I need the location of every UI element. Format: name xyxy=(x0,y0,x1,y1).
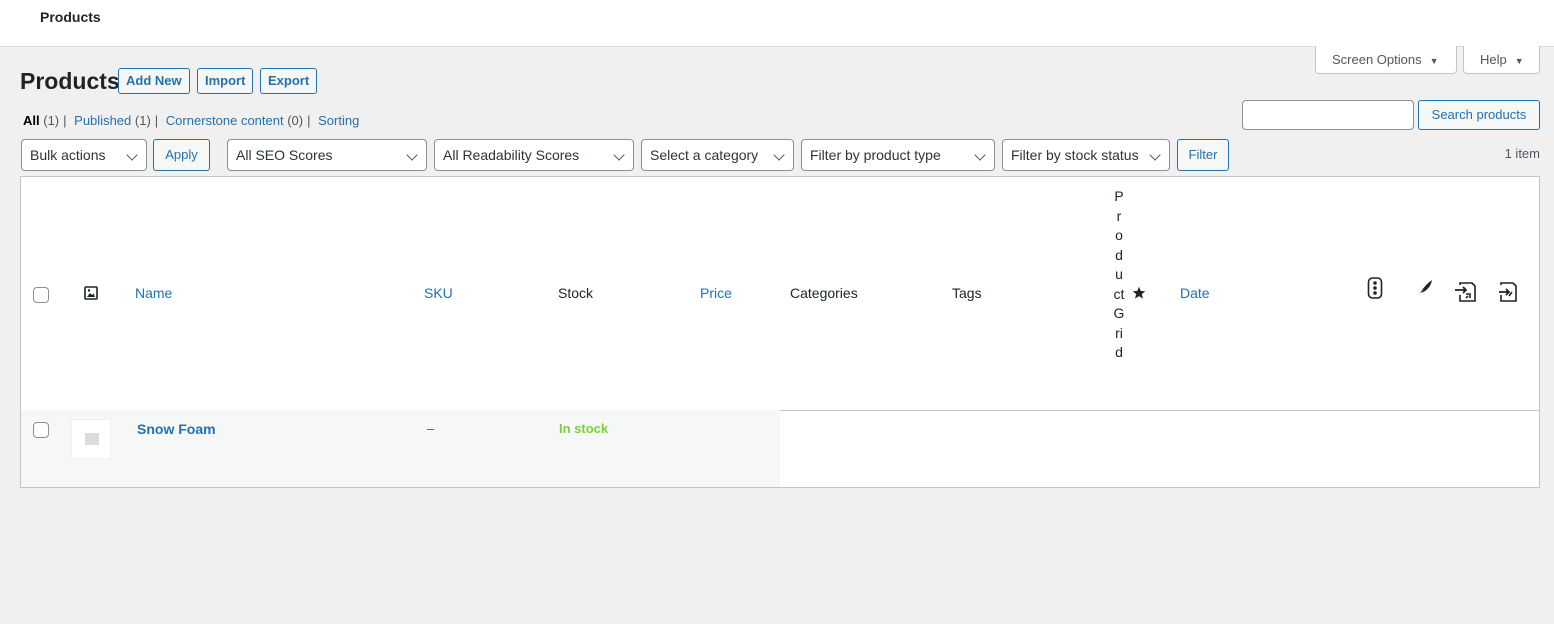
row-background xyxy=(21,410,780,487)
chevron-down-icon xyxy=(613,149,625,161)
column-name[interactable]: Name xyxy=(135,285,172,301)
chevron-down-icon xyxy=(1149,149,1161,161)
admin-top-bar: Products xyxy=(0,0,1554,47)
stock-status-filter[interactable]: Filter by stock status xyxy=(1002,139,1170,171)
row-checkbox[interactable] xyxy=(33,422,49,438)
stock-status-value: Filter by stock status xyxy=(1011,147,1139,163)
chevron-down-icon xyxy=(974,149,986,161)
chevron-down-icon xyxy=(773,149,785,161)
stock-status-badge: In stock xyxy=(559,421,609,436)
search-input[interactable] xyxy=(1242,100,1414,130)
image-icon xyxy=(84,286,98,300)
status-views: All (1) | Published (1) | Cornerstone cont… xyxy=(23,113,360,128)
product-type-value: Filter by product type xyxy=(810,147,941,163)
import-button[interactable]: Import xyxy=(197,68,254,94)
category-filter[interactable]: Select a category xyxy=(641,139,794,171)
help-label: Help xyxy=(1480,52,1507,67)
bulk-actions-value: Bulk actions xyxy=(30,147,106,163)
view-all-count: (1) xyxy=(43,113,60,128)
column-categories: Categories xyxy=(790,285,858,301)
placeholder-image-icon xyxy=(85,433,99,445)
screen-options-label: Screen Options xyxy=(1332,52,1422,67)
product-name-link[interactable]: Snow Foam xyxy=(137,421,216,437)
readability-value: All Readability Scores xyxy=(443,147,580,163)
product-sku: – xyxy=(427,421,435,436)
view-cornerstone-count: (0) xyxy=(287,113,304,128)
outgoing-link-icon[interactable] xyxy=(1454,282,1476,302)
products-table: Name SKU Stock Price Categories Tags Pro… xyxy=(20,176,1540,488)
column-product-grid: ProductGrid xyxy=(1113,188,1125,360)
column-sku[interactable]: SKU xyxy=(424,285,453,301)
view-published-count: (1) xyxy=(134,113,151,128)
help-button[interactable]: Help ▼ xyxy=(1463,46,1540,74)
view-published-link[interactable]: Published xyxy=(74,113,131,128)
table-header: Name SKU Stock Price Categories Tags Pro… xyxy=(21,177,1539,411)
category-value: Select a category xyxy=(650,147,759,163)
incoming-link-icon[interactable] xyxy=(1498,282,1520,302)
export-button[interactable]: Export xyxy=(260,68,318,94)
view-sorting-link[interactable]: Sorting xyxy=(318,113,359,128)
feather-icon[interactable] xyxy=(1416,278,1434,298)
column-stock: Stock xyxy=(558,285,594,301)
seo-score-value: All SEO Scores xyxy=(236,147,333,163)
table-row: Snow Foam – In stock xyxy=(21,410,1539,487)
column-date[interactable]: Date xyxy=(1180,285,1210,301)
page-title: Products xyxy=(20,68,120,94)
column-price[interactable]: Price xyxy=(700,285,732,301)
chevron-down-icon xyxy=(406,149,418,161)
select-all-checkbox[interactable] xyxy=(33,287,49,303)
add-new-button[interactable]: Add New xyxy=(118,68,190,94)
view-cornerstone-link[interactable]: Cornerstone content xyxy=(166,113,284,128)
top-bar-title: Products xyxy=(40,9,101,25)
screen-options-button[interactable]: Screen Options ▼ xyxy=(1315,46,1457,74)
column-tags: Tags xyxy=(952,285,982,301)
chevron-down-icon xyxy=(126,149,138,161)
caret-down-icon: ▼ xyxy=(1514,56,1524,66)
apply-button[interactable]: Apply xyxy=(153,139,210,171)
search-products-button[interactable]: Search products xyxy=(1418,100,1540,130)
view-all-link[interactable]: All xyxy=(23,113,40,128)
readability-filter[interactable]: All Readability Scores xyxy=(434,139,634,171)
bulk-actions-select[interactable]: Bulk actions xyxy=(21,139,147,171)
filter-button[interactable]: Filter xyxy=(1177,139,1229,171)
item-count: 1 item xyxy=(1504,146,1540,161)
product-thumbnail[interactable] xyxy=(71,419,111,459)
seo-score-filter[interactable]: All SEO Scores xyxy=(227,139,427,171)
traffic-light-icon[interactable] xyxy=(1367,277,1383,299)
caret-down-icon: ▼ xyxy=(1429,56,1439,66)
star-icon[interactable] xyxy=(1132,286,1146,300)
product-type-filter[interactable]: Filter by product type xyxy=(801,139,995,171)
